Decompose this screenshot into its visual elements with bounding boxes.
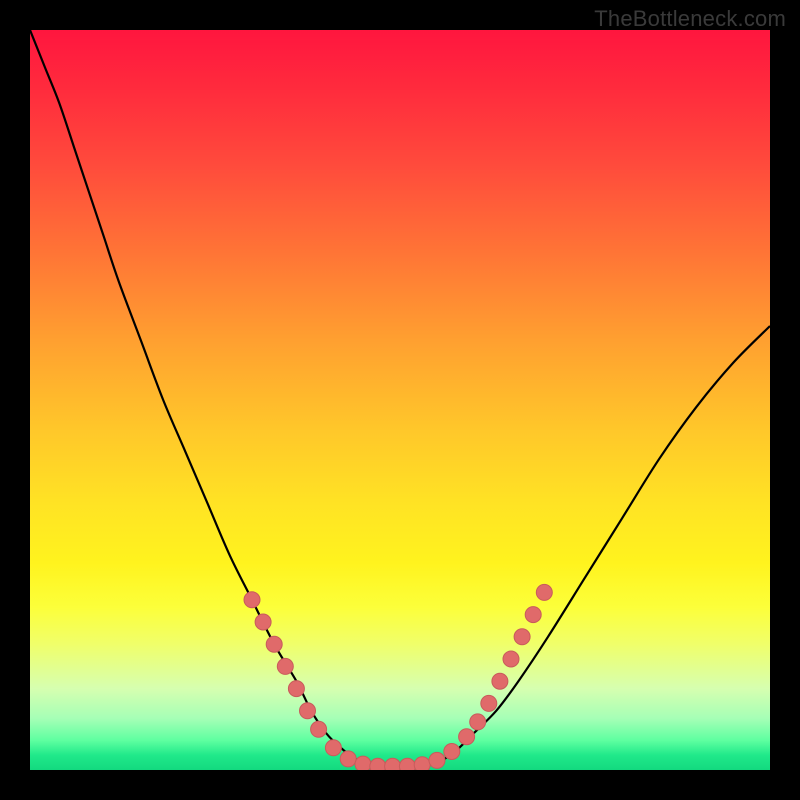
marker-dot [503, 651, 519, 667]
marker-dot [470, 714, 486, 730]
marker-dot [492, 673, 508, 689]
marker-dot [370, 758, 386, 770]
chart-frame: TheBottleneck.com [0, 0, 800, 800]
marker-dot [325, 740, 341, 756]
curve-layer [30, 30, 770, 770]
marker-dot [385, 758, 401, 770]
marker-dot [444, 744, 460, 760]
marker-dot [481, 695, 497, 711]
marker-dot [277, 658, 293, 674]
plot-area [30, 30, 770, 770]
marker-dot [399, 758, 415, 770]
marker-dot [244, 592, 260, 608]
marker-dot [266, 636, 282, 652]
marker-dot [429, 752, 445, 768]
marker-dot [255, 614, 271, 630]
marker-dot [459, 729, 475, 745]
curve-markers [244, 584, 552, 770]
marker-dot [414, 757, 430, 770]
watermark-text: TheBottleneck.com [594, 6, 786, 32]
bottleneck-curve [30, 30, 770, 766]
marker-dot [525, 607, 541, 623]
marker-dot [288, 681, 304, 697]
marker-dot [340, 751, 356, 767]
marker-dot [514, 629, 530, 645]
marker-dot [536, 584, 552, 600]
marker-dot [300, 703, 316, 719]
marker-dot [311, 721, 327, 737]
marker-dot [355, 756, 371, 770]
